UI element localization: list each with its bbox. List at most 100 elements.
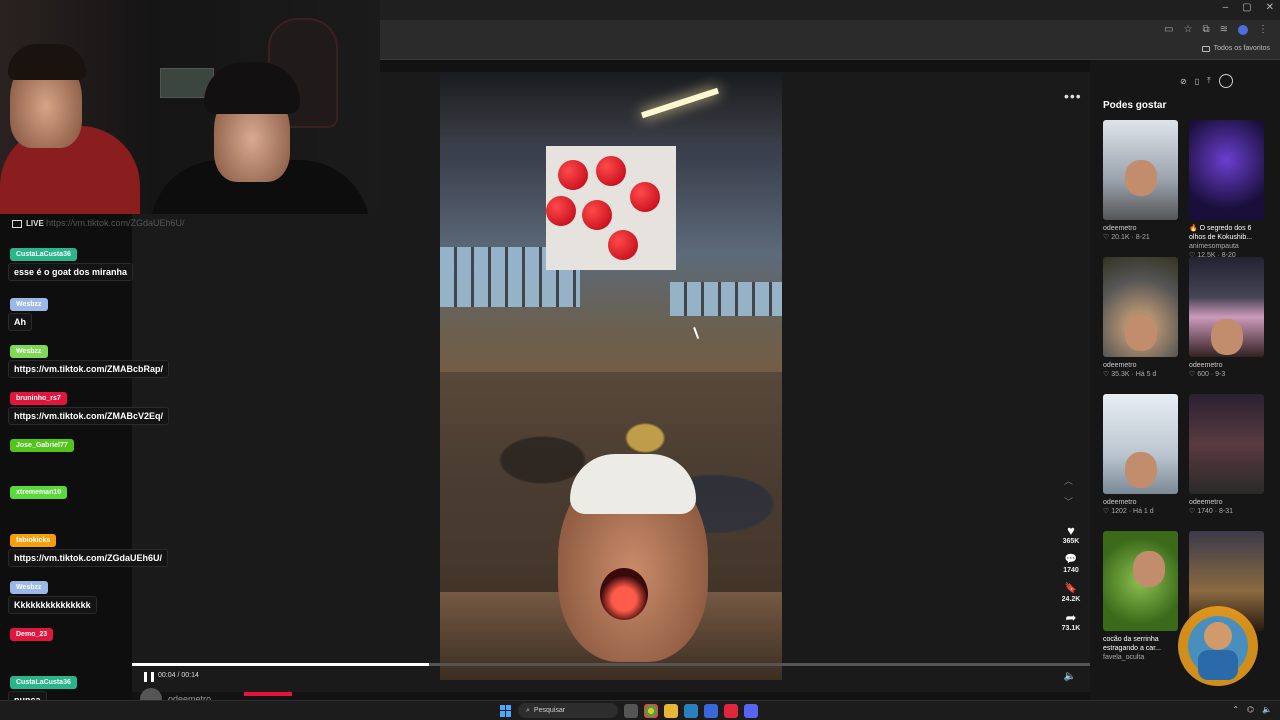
sidebar-title: Podes gostar [1103,100,1167,111]
recommendation-thumbnail[interactable] [1103,394,1178,494]
extensions-icon[interactable]: ⧉ [1202,24,1209,35]
recommendation-card[interactable]: odeemetro ♡ 20.1K · 8-21 [1103,120,1178,253]
chat-message: bruninho_rs7 https://vm.tiktok.com/ZMABcV… [8,387,170,425]
chat-username: Jose_Gabriel77 [10,439,74,452]
app-icon[interactable] [704,703,718,718]
recommendation-card[interactable]: odeemetro ♡ 35.3K · Há 5 d [1103,257,1178,390]
profile-ring-icon[interactable] [1218,74,1233,88]
video-time: 00:04 / 00:14 [158,672,199,679]
recommendation-title[interactable]: 🔥 O segredo dos 6 olhos de Kokushib... [1189,224,1264,242]
apple-graphic [596,156,626,186]
chat-message: Jose_Gabriel77 [10,434,74,452]
cast-icon[interactable]: ▭ [1164,24,1173,35]
video-roof [440,72,782,142]
minimize-button[interactable]: – [1223,2,1229,13]
chat-message: fabiokicks https://vm.tiktok.com/ZGdaUEh6… [8,529,169,567]
recommendation-author[interactable]: odeemetro [1103,361,1178,370]
recommendation-card[interactable]: odeemetro ♡ 1202 · Há 1 d [1103,394,1178,527]
maximize-button[interactable]: ▢ [1242,2,1251,13]
network-icon[interactable]: ⌬ [1247,705,1254,714]
windows-start-icon[interactable] [500,704,512,717]
chat-message: CustaLaCusta36 esse é o goat dos miranha [8,243,134,281]
bookmark-action[interactable]: 🔖 24.2K [1062,582,1081,607]
translate-icon[interactable]: ≋ [1220,24,1228,35]
chat-username: xtrememan10 [10,486,68,499]
follow-button[interactable] [244,692,292,696]
video-actions: ♥ 365K 💬 1740 🔖 24.2K ➦ 73.1K [1056,524,1086,636]
thumbnail-face [1125,315,1157,351]
discord-icon[interactable] [744,703,758,718]
file-explorer-icon[interactable] [664,703,678,718]
address-bar[interactable]: ▭ ☆ ⧉ ≋ ⋮ [380,20,1280,42]
sidebar-tools: ⊘ ▯ ⤒ [1180,74,1233,88]
all-bookmarks[interactable]: Todos os favoritos [1201,45,1270,52]
thumbnail-face [1125,160,1157,196]
system-tray: ⌃ ⌬ 🔈 [1232,705,1272,714]
recommendation-stats: ♡ 1740 · 8-31 [1189,508,1234,515]
chat-username: Wesbzz [10,298,48,311]
compass-icon[interactable]: ⊘ [1180,77,1187,86]
folder-icon [1201,45,1210,52]
steam-icon[interactable] [684,703,698,718]
next-video-icon[interactable]: ﹀ [1064,495,1073,508]
star-icon[interactable]: ☆ [1184,24,1193,35]
chat-text: https://vm.tiktok.com/ZMABcV2Eq/ [8,407,170,425]
upload-icon[interactable]: ⤒ [1207,76,1211,86]
recommendation-thumbnail[interactable] [1189,120,1264,220]
speaker-icon[interactable]: 🔈 [1262,705,1272,714]
recommendation-author[interactable]: odeemetro [1189,361,1264,370]
pause-icon[interactable] [144,672,154,682]
chrome-icon[interactable] [644,703,658,718]
chat-text: Kkkkkkkkkkkkkkk [8,596,97,614]
recommendation-stats: ♡ 1202 · Há 1 d [1103,508,1154,515]
close-button[interactable]: ✕ [1266,2,1274,13]
live-label: LIVE [26,219,44,228]
recommendation-thumbnail[interactable] [1103,120,1178,220]
recommendation-author[interactable]: odeemetro [1103,224,1178,233]
video-controls: 00:04 / 00:14 🔈 [132,668,1090,688]
recommendation-author[interactable]: odeemetro [1103,498,1178,507]
streaming-app-icon[interactable] [724,703,738,718]
task-view-icon[interactable] [624,703,638,718]
taskbar-search[interactable]: ⌕ Pesquisar [518,703,618,718]
recommendation-thumbnail[interactable] [1103,257,1178,357]
browser-tabstrip: – ▢ ✕ [380,0,1280,20]
chat-message: Wesbzz Kkkkkkkkkkkkkkk [8,576,97,614]
chat-username: fabiokicks [10,534,57,547]
recommendation-author[interactable]: odeemetro [1189,498,1264,507]
video-progress-fill [132,663,429,666]
apple-graphic [558,160,588,190]
comment-count: 1740 [1063,567,1079,574]
phone-icon[interactable]: ▯ [1195,77,1199,86]
more-options-button[interactable]: ••• [1064,88,1082,104]
menu-icon[interactable]: ⋮ [1258,24,1268,35]
recommendation-thumbnail[interactable] [1189,394,1264,494]
tray-chevron-icon[interactable]: ⌃ [1232,705,1239,714]
taskbar-search-label: Pesquisar [533,707,566,714]
recommendation-card[interactable]: odeemetro ♡ 600 · 9-3 [1189,257,1264,390]
thumbnail-face [1133,551,1165,587]
comment-action[interactable]: 💬 1740 [1063,553,1079,578]
previous-video-icon[interactable]: ︿ [1064,474,1073,487]
bookmark-icon[interactable]: 🔖 [1065,582,1077,596]
video-progress-bar[interactable] [132,663,1090,666]
taskbar-apps: ⌕ Pesquisar [500,703,758,718]
chat-username: CustaLaCusta36 [10,248,77,261]
video-frame[interactable] [440,72,782,680]
bookmark-count: 24.2K [1061,596,1081,603]
comment-icon[interactable]: 💬 [1065,553,1077,567]
recommendation-author[interactable]: animesompauta [1189,242,1264,251]
volume-icon[interactable]: 🔈 [1064,671,1076,682]
share-icon[interactable]: ➦ [1066,611,1077,625]
all-bookmarks-label: Todos os favoritos [1213,45,1270,52]
profile-avatar[interactable] [1238,24,1248,35]
webcam-overlay [0,0,380,214]
share-action[interactable]: ➦ 73.1K [1062,611,1081,636]
webcam-person-left-hair [8,44,86,80]
recommendation-card[interactable]: odeemetro ♡ 1740 · 8-31 [1189,394,1264,527]
recommendation-thumbnail[interactable] [1189,257,1264,357]
recommendation-card[interactable]: 🔥 O segredo dos 6 olhos de Kokushib... a… [1189,120,1264,259]
like-action[interactable]: ♥ 365K [1063,524,1080,549]
apple-graphic [608,230,638,260]
heart-icon[interactable]: ♥ [1067,524,1075,538]
